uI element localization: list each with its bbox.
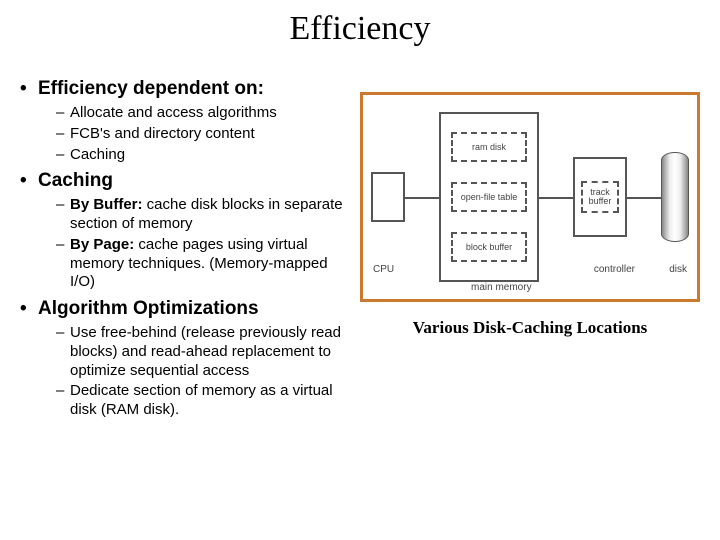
content-row: Efficiency dependent on: Allocate and ac… [20,78,700,426]
sub-item-bold: By Buffer: [70,196,143,213]
disk-label: disk [669,264,687,275]
open-file-table-box: open-file table [451,182,527,212]
sub-list: Use free-behind (release previously read… [56,324,350,420]
text-column: Efficiency dependent on: Allocate and ac… [20,78,350,426]
block-buffer-box: block buffer [451,232,527,262]
disk-caching-diagram: CPU ram disk open-file table block buffe… [360,92,700,302]
page-title: Efficiency [20,10,700,48]
figure-caption: Various Disk-Caching Locations [360,318,700,338]
bullet-caching: Caching By Buffer: cache disk blocks in … [20,170,350,292]
bullet-efficiency: Efficiency dependent on: Allocate and ac… [20,78,350,164]
bullet-header: Caching [20,170,350,192]
sub-item: By Page: cache pages using virtual memor… [56,236,350,292]
sub-list: Allocate and access algorithms FCB's and… [56,104,350,164]
figure-column: CPU ram disk open-file table block buffe… [360,78,700,426]
controller-label: controller [594,264,635,275]
bullet-header: Efficiency dependent on: [20,78,350,100]
cpu-label: CPU [373,264,394,275]
main-memory-box: ram disk open-file table block buffer [439,112,539,282]
sub-list: By Buffer: cache disk blocks in separate… [56,196,350,292]
ram-disk-box: ram disk [451,132,527,162]
controller-box: track buffer [573,157,627,237]
bullet-algo: Algorithm Optimizations Use free-behind … [20,298,350,420]
sub-item: FCB's and directory content [56,125,350,144]
sub-item: By Buffer: cache disk blocks in separate… [56,196,350,234]
cpu-box [371,172,405,222]
cylinder-icon [661,152,689,242]
sub-item-bold: By Page: [70,236,134,253]
bullet-list: Efficiency dependent on: Allocate and ac… [20,78,350,420]
bullet-header: Algorithm Optimizations [20,298,350,320]
sub-item: Allocate and access algorithms [56,104,350,123]
sub-item: Dedicate section of memory as a virtual … [56,382,350,420]
sub-item: Caching [56,146,350,165]
track-buffer-box: track buffer [581,181,619,213]
disk-cylinder [661,152,689,242]
sub-item: Use free-behind (release previously read… [56,324,350,380]
main-memory-label: main memory [471,282,532,293]
